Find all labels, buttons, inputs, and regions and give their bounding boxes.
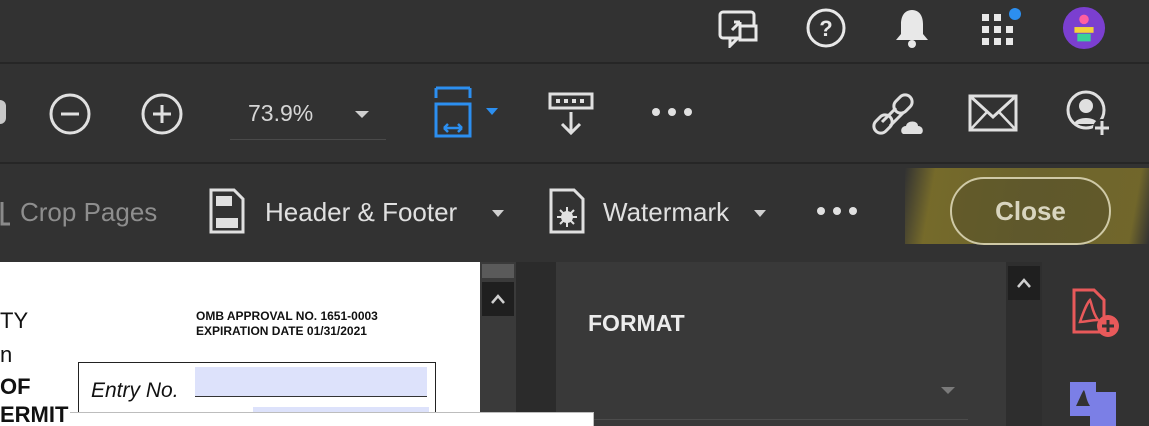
create-pdf-icon[interactable]: [1070, 286, 1120, 340]
watermark-button[interactable]: Watermark: [603, 197, 729, 228]
combine-files-icon[interactable]: [1068, 378, 1120, 426]
entry-label: Entry No.: [91, 379, 179, 402]
doc-text-fragment: n: [0, 342, 13, 367]
gutter: [516, 262, 556, 426]
doc-text-fragment: ERMIT: [0, 402, 69, 426]
add-user-icon[interactable]: [1062, 88, 1114, 140]
header-footer-icon: [206, 186, 248, 236]
document-scrollbar[interactable]: [480, 262, 516, 426]
scroll-mode-icon[interactable]: [546, 88, 598, 140]
popup-edge: [70, 412, 594, 426]
close-button[interactable]: Close: [950, 177, 1111, 245]
cut-off-tool-icon[interactable]: [0, 100, 6, 124]
header-footer-button[interactable]: Header & Footer: [265, 197, 457, 228]
top-app-bar: ?: [0, 0, 1149, 62]
more-icon[interactable]: [648, 100, 696, 124]
chevron-down-icon: [941, 387, 955, 394]
chevron-down-icon[interactable]: [490, 209, 506, 219]
font-select[interactable]: [588, 372, 968, 420]
email-icon[interactable]: [966, 90, 1020, 136]
zoom-out-icon[interactable]: [46, 90, 94, 138]
watermark-icon: [546, 186, 588, 236]
comment-share-icon[interactable]: [716, 6, 760, 50]
help-icon[interactable]: ?: [804, 6, 848, 50]
format-panel: FORMAT: [556, 262, 1006, 426]
zoom-select[interactable]: 73.9%: [230, 90, 386, 140]
crop-icon: [0, 202, 10, 232]
scrollbar-thumb[interactable]: [482, 264, 514, 278]
scroll-up-icon[interactable]: [482, 282, 514, 316]
bell-icon[interactable]: [890, 6, 934, 50]
apps-grid-icon[interactable]: [978, 6, 1022, 50]
zoom-in-icon[interactable]: [138, 90, 186, 138]
avatar[interactable]: [1062, 6, 1106, 50]
omb-approval-text: OMB APPROVAL NO. 1651-0003: [196, 309, 378, 323]
zoom-value: 73.9%: [248, 100, 314, 126]
expiration-date-text: EXPIRATION DATE 01/31/2021: [196, 324, 367, 338]
chevron-down-icon[interactable]: [752, 209, 768, 219]
doc-text-fragment: TY: [0, 308, 29, 333]
panel-title: FORMAT: [588, 310, 685, 336]
main-toolbar: 73.9%: [0, 64, 1149, 162]
edit-toolbar: Crop Pages Header & Footer Watermark Clo…: [0, 164, 1149, 262]
fit-page-icon[interactable]: [430, 84, 506, 142]
doc-text-fragment: OF: [0, 374, 31, 399]
entry-number-field[interactable]: [195, 367, 427, 397]
share-link-icon[interactable]: [872, 88, 928, 140]
panel-scrollbar[interactable]: [1006, 262, 1042, 426]
document-page[interactable]: TY n OF ERMIT OMB APPROVAL NO. 1651-0003…: [0, 262, 480, 426]
right-tool-rail: [1042, 262, 1149, 426]
svg-text:?: ?: [819, 16, 832, 41]
chevron-down-icon: [355, 111, 369, 118]
crop-pages-button[interactable]: Crop Pages: [20, 197, 157, 228]
more-icon[interactable]: [814, 200, 860, 222]
scroll-up-icon[interactable]: [1008, 266, 1040, 300]
content-area: TY n OF ERMIT OMB APPROVAL NO. 1651-0003…: [0, 262, 1149, 426]
